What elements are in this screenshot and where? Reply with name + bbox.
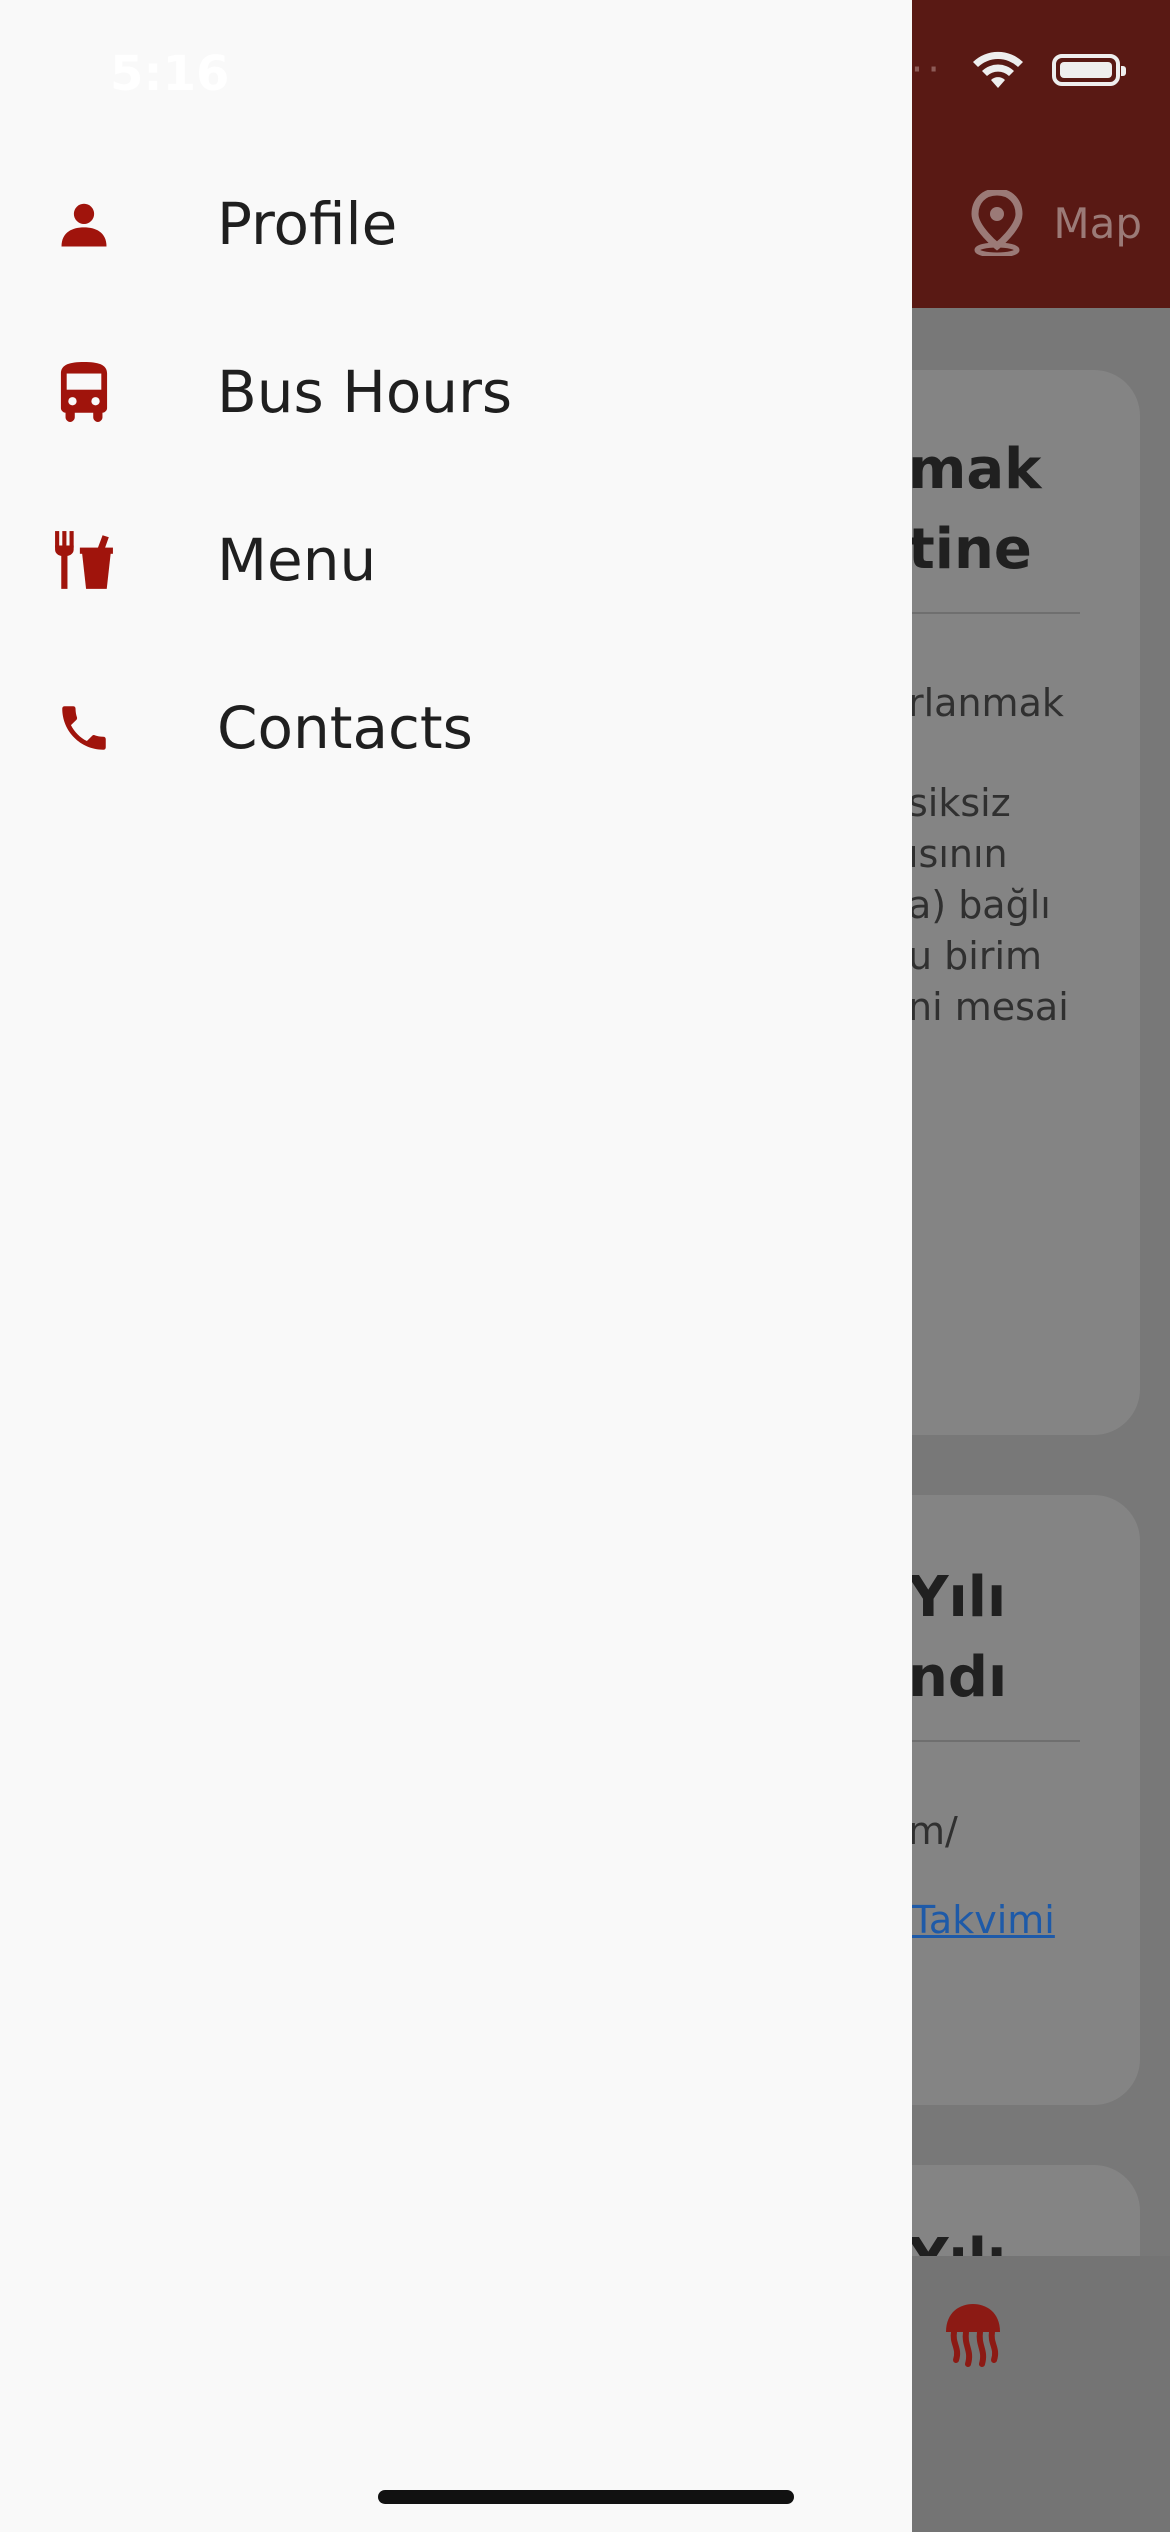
card-body-line: m/ — [908, 1809, 958, 1853]
battery-icon — [1052, 54, 1126, 86]
location-pin-icon — [971, 190, 1023, 256]
drawer-item-label: Profile — [217, 190, 398, 258]
drawer-item-label: Contacts — [217, 694, 473, 762]
drawer-item-label: Menu — [217, 526, 377, 594]
map-button[interactable]: Map — [971, 190, 1142, 256]
card-body-line: a) bağlı — [908, 883, 1051, 927]
drawer-item-profile[interactable]: Profile — [0, 144, 912, 304]
drawer-item-menu[interactable]: Menu — [0, 480, 912, 640]
drawer-item-bus-hours[interactable]: Bus Hours — [0, 312, 912, 472]
navigation-drawer: 5:16 Profile Bus Hours Menu Contacts — [0, 0, 912, 2532]
card-title-line: Yılı — [908, 1565, 1007, 1630]
bus-icon — [52, 360, 116, 424]
wifi-icon — [973, 51, 1023, 88]
drawer-item-label: Bus Hours — [217, 358, 513, 426]
card-body-line: ni mesai — [908, 985, 1069, 1029]
card-body-line: rlanmak — [908, 681, 1064, 725]
card-body-line: siksiz — [908, 781, 1011, 825]
jellyfish-icon[interactable] — [940, 2300, 1006, 2370]
phone-icon — [52, 696, 116, 760]
map-label: Map — [1053, 198, 1142, 248]
card-body-line: u birim — [908, 934, 1043, 978]
card-title-line: tine — [908, 517, 1032, 582]
card-body-line: ısının — [908, 832, 1008, 876]
person-icon — [52, 192, 116, 256]
card-title-line: mak — [908, 437, 1042, 502]
card-title-line: ndı — [908, 1645, 1008, 1710]
home-indicator[interactable] — [378, 2490, 794, 2504]
calendar-link[interactable]: Takvimi — [912, 1898, 1055, 1942]
drawer-item-contacts[interactable]: Contacts — [0, 648, 912, 808]
restaurant-icon — [52, 528, 116, 592]
status-time: 5:16 — [110, 46, 230, 102]
status-indicators: ···· — [877, 50, 1126, 90]
